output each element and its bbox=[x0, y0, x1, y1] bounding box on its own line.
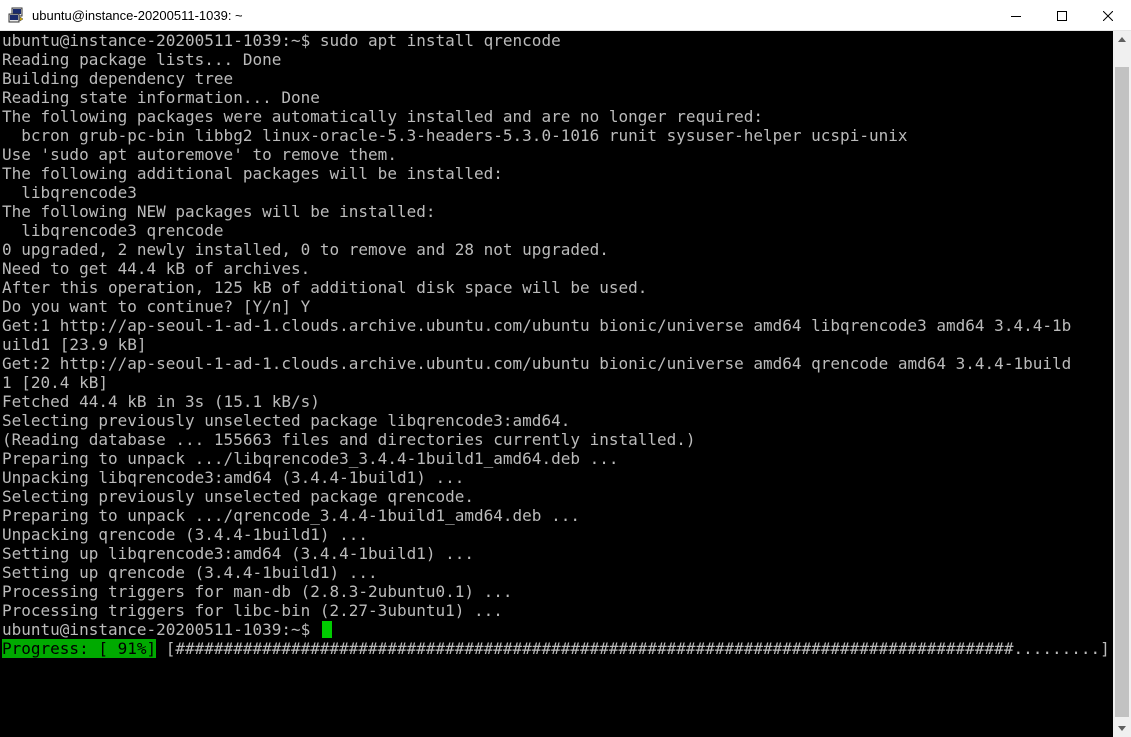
terminal-line: Get:1 http://ap-seoul-1-ad-1.clouds.arch… bbox=[2, 316, 1072, 335]
scroll-up-arrow-icon bbox=[1118, 37, 1126, 42]
terminal-line: Unpacking qrencode (3.4.4-1build1) ... bbox=[2, 525, 369, 544]
maximize-icon bbox=[1057, 10, 1067, 21]
terminal-line: bcron grub-pc-bin libbg2 linux-oracle-5.… bbox=[2, 126, 908, 145]
scrollbar-thumb[interactable] bbox=[1115, 67, 1129, 717]
terminal-line: Preparing to unpack .../libqrencode3_3.4… bbox=[2, 449, 619, 468]
terminal-line: 1 [20.4 kB] bbox=[2, 373, 108, 392]
minimize-icon bbox=[1011, 15, 1021, 17]
terminal-line: Selecting previously unselected package … bbox=[2, 411, 571, 430]
close-button[interactable] bbox=[1085, 0, 1131, 31]
terminal-line: uild1 [23.9 kB] bbox=[2, 335, 147, 354]
terminal-line: Get:2 http://ap-seoul-1-ad-1.clouds.arch… bbox=[2, 354, 1072, 373]
terminal-line: Do you want to continue? [Y/n] Y bbox=[2, 297, 311, 316]
terminal-line: Building dependency tree bbox=[2, 69, 234, 88]
progress-label: Progress: [ 91%] bbox=[2, 639, 157, 658]
progress-line: Progress: [ 91%] [######################… bbox=[2, 639, 1110, 658]
terminal-line: The following additional packages will b… bbox=[2, 164, 503, 183]
terminal-line: Unpacking libqrencode3:amd64 (3.4.4-1bui… bbox=[2, 468, 465, 487]
window-title: ubuntu@instance-20200511-1039: ~ bbox=[32, 8, 243, 23]
close-icon bbox=[1103, 10, 1113, 21]
minimize-button[interactable] bbox=[993, 0, 1039, 31]
terminal-area[interactable]: ubuntu@instance-20200511-1039:~$ sudo ap… bbox=[0, 31, 1113, 737]
title-bar[interactable]: ubuntu@instance-20200511-1039: ~ bbox=[0, 0, 1131, 31]
scroll-up-button[interactable] bbox=[1113, 31, 1131, 48]
terminal-line: ubuntu@instance-20200511-1039:~$ sudo ap… bbox=[2, 31, 561, 50]
putty-terminal-icon bbox=[8, 7, 24, 23]
terminal-line: Setting up qrencode (3.4.4-1build1) ... bbox=[2, 563, 378, 582]
terminal-line: Reading package lists... Done bbox=[2, 50, 282, 69]
progress-bar: [#######################################… bbox=[156, 639, 1110, 658]
terminal-line: Setting up libqrencode3:amd64 (3.4.4-1bu… bbox=[2, 544, 475, 563]
terminal-line: 0 upgraded, 2 newly installed, 0 to remo… bbox=[2, 240, 609, 259]
terminal-line: Use 'sudo apt autoremove' to remove them… bbox=[2, 145, 397, 164]
scroll-down-button[interactable] bbox=[1113, 720, 1131, 737]
terminal-line: libqrencode3 qrencode bbox=[2, 221, 224, 240]
prompt-line[interactable]: ubuntu@instance-20200511-1039:~$ bbox=[2, 620, 1110, 639]
scroll-down-arrow-icon bbox=[1118, 726, 1126, 731]
vertical-scrollbar[interactable] bbox=[1113, 31, 1131, 737]
terminal-line: libqrencode3 bbox=[2, 183, 137, 202]
terminal-line: Preparing to unpack .../qrencode_3.4.4-1… bbox=[2, 506, 580, 525]
terminal-line: Processing triggers for man-db (2.8.3-2u… bbox=[2, 582, 513, 601]
terminal-line: The following NEW packages will be insta… bbox=[2, 202, 436, 221]
terminal-line: Need to get 44.4 kB of archives. bbox=[2, 259, 311, 278]
shell-prompt: ubuntu@instance-20200511-1039:~$ bbox=[2, 620, 320, 639]
text-cursor bbox=[321, 621, 332, 638]
terminal-line: (Reading database ... 155663 files and d… bbox=[2, 430, 696, 449]
terminal-line: Fetched 44.4 kB in 3s (15.1 kB/s) bbox=[2, 392, 320, 411]
terminal-line: Processing triggers for libc-bin (2.27-3… bbox=[2, 601, 503, 620]
terminal-output: ubuntu@instance-20200511-1039:~$ sudo ap… bbox=[2, 31, 1110, 658]
terminal-line: After this operation, 125 kB of addition… bbox=[2, 278, 648, 297]
maximize-button[interactable] bbox=[1039, 0, 1085, 31]
terminal-line: The following packages were automaticall… bbox=[2, 107, 763, 126]
terminal-line: Reading state information... Done bbox=[2, 88, 320, 107]
terminal-line: Selecting previously unselected package … bbox=[2, 487, 475, 506]
